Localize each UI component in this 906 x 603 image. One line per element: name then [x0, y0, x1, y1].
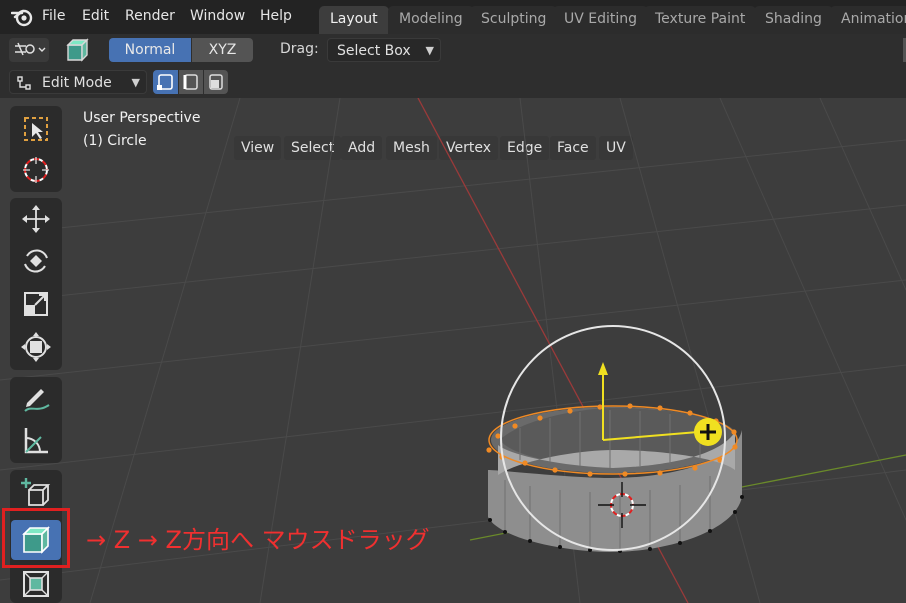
blender-logo-icon[interactable] [11, 7, 33, 27]
toolbar-group-annotate [10, 377, 62, 463]
scale-icon [24, 292, 48, 316]
inset-faces-icon [23, 571, 49, 597]
orientation-xyz-button[interactable]: XYZ [192, 38, 253, 62]
tab-layout[interactable]: Layout [319, 6, 389, 34]
tab-animation[interactable]: Animation [830, 6, 906, 34]
tool-settings-header: Normal XYZ Drag: Select Box ▼ [0, 34, 906, 66]
rotate-icon [24, 249, 48, 273]
chevron-down-icon: ▼ [131, 76, 140, 89]
pivot-icon [15, 42, 46, 56]
edge-select-icon [183, 74, 198, 90]
tool-inset-faces[interactable] [19, 566, 53, 600]
active-tool-cube-icon [66, 38, 89, 62]
mode-value: Edit Mode [42, 75, 112, 91]
select-box-icon [24, 117, 48, 141]
tool-annotate[interactable] [19, 381, 53, 415]
tool-measure[interactable] [19, 423, 53, 457]
tool-move[interactable] [19, 202, 53, 236]
edit-mode-icon [17, 76, 31, 90]
tab-modeling[interactable]: Modeling [388, 6, 474, 34]
menu-window[interactable]: Window [190, 8, 245, 24]
toolbar-group-transform [10, 198, 62, 370]
tool-transform[interactable] [19, 330, 53, 364]
tool-select-box[interactable] [19, 112, 53, 146]
mode-dropdown[interactable]: Edit Mode ▼ [9, 70, 147, 94]
tab-shading[interactable]: Shading [754, 6, 833, 34]
annotation-text: → Z → Z方向へ マウスドラッグ [86, 526, 430, 554]
chevron-down-icon: ▼ [425, 44, 434, 57]
toolbar-group-select [10, 106, 62, 192]
menu-render[interactable]: Render [125, 8, 175, 24]
drag-select-value: Select Box [337, 43, 411, 59]
top-bar: File Edit Render Window Help Layout Mode… [0, 0, 906, 34]
tab-sculpting[interactable]: Sculpting [470, 6, 558, 34]
highlight-box [2, 508, 70, 568]
orientation-normal-button[interactable]: Normal [109, 38, 191, 62]
face-select-button[interactable] [204, 70, 228, 94]
tool-add-cube[interactable] [19, 476, 53, 510]
vertex-select-button[interactable] [153, 70, 178, 94]
viewport-header: Edit Mode ▼ View Select Add Mesh Vertex … [0, 66, 906, 160]
measure-icon [24, 428, 48, 454]
drag-label: Drag: [280, 41, 319, 57]
transform-pivot-button[interactable] [9, 38, 49, 62]
transform-icon [21, 332, 51, 362]
move-icon [22, 205, 50, 233]
face-select-icon [209, 74, 223, 90]
vertex-select-icon [157, 74, 173, 90]
tool-scale[interactable] [19, 287, 53, 321]
cursor-icon [23, 157, 49, 183]
add-cube-icon [21, 478, 51, 506]
object-label: (1) Circle [83, 133, 147, 149]
menu-file[interactable]: File [42, 8, 65, 24]
edge-select-button[interactable] [179, 70, 203, 94]
perspective-label: User Perspective [83, 110, 201, 126]
tab-texture-paint[interactable]: Texture Paint [644, 6, 757, 34]
tool-rotate[interactable] [19, 244, 53, 278]
annotate-icon [24, 389, 50, 412]
drag-select-dropdown[interactable]: Select Box ▼ [327, 38, 441, 62]
menu-edit[interactable]: Edit [82, 8, 109, 24]
tool-cursor[interactable] [19, 153, 53, 187]
menu-help[interactable]: Help [260, 8, 292, 24]
tab-uv-editing[interactable]: UV Editing [553, 6, 649, 34]
